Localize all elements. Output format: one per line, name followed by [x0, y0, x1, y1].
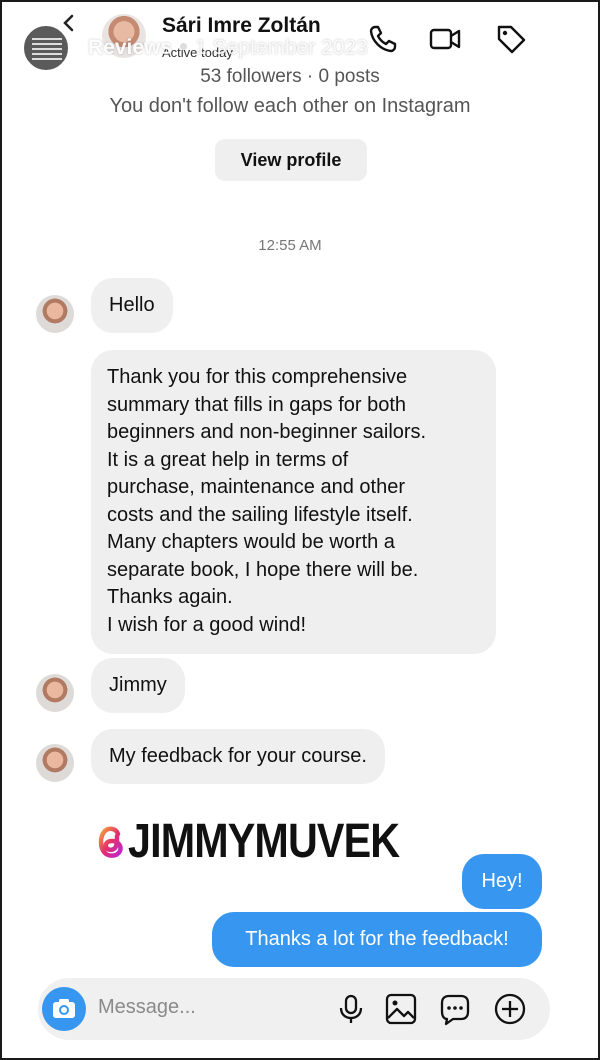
message-bubble-hello[interactable]: Hello	[91, 278, 173, 333]
message-line: purchase, maintenance and other	[107, 476, 405, 498]
story-highlight-title: Reviews 1 September 2023	[88, 36, 368, 60]
message-text: Hey!	[481, 870, 523, 892]
message-bubble-sent-hey[interactable]: Hey!	[462, 854, 542, 909]
message-line: summary that fills in gaps for both	[107, 393, 407, 416]
message-text: Thanks a lot for the feedback!	[245, 928, 509, 950]
message-line: It is a great help in terms of	[107, 448, 349, 471]
chat-screen: Sári Imre Zoltán Active today 53 followe…	[10, 2, 594, 1058]
message-timestamp: 12:55 AM	[258, 237, 322, 254]
camera-icon[interactable]	[42, 987, 86, 1031]
message-line: I wish for a good wind!	[107, 613, 306, 636]
screenshot-frame: Sári Imre Zoltán Active today 53 followe…	[0, 0, 600, 1060]
message-bubble-sent-thanks[interactable]: Thanks a lot for the feedback!	[212, 912, 542, 967]
story-title-text: Reviews	[88, 36, 173, 59]
threads-handle-text: JIMMYMUVEK	[128, 815, 400, 868]
message-line: Thanks again.	[107, 586, 233, 608]
threads-handle-sticker[interactable]: JIMMYMUVEK	[96, 814, 443, 870]
message-composer[interactable]: Message...	[38, 978, 550, 1040]
threads-logo-icon	[96, 820, 126, 864]
message-bubble-review[interactable]: Thank you for this comprehensive summary…	[91, 350, 496, 654]
story-overlay: Reviews 1 September 2023	[2, 2, 598, 82]
message-line: separate book, I hope there will be.	[107, 558, 419, 581]
message-line: Many chapters would be worth a	[107, 531, 395, 553]
view-profile-button[interactable]: View profile	[215, 139, 367, 181]
gallery-icon[interactable]	[383, 991, 419, 1027]
story-date: 1 September 2023	[195, 36, 368, 59]
message-line: Thank you for this comprehensive	[107, 366, 408, 388]
sender-avatar[interactable]	[36, 674, 74, 712]
message-line: beginners and non-beginner sailors.	[107, 421, 427, 443]
message-text: Jimmy	[109, 673, 167, 696]
message-bubble-jimmy[interactable]: Jimmy	[91, 658, 185, 713]
message-line: costs and the sailing lifestyle itself.	[107, 503, 413, 526]
message-text: Hello	[109, 293, 155, 316]
follow-status-note: You don't follow each other on Instagram	[109, 95, 471, 117]
message-text: My feedback for your course.	[109, 744, 367, 767]
separator-dot	[180, 42, 188, 50]
close-icon[interactable]	[552, 32, 588, 68]
sender-avatar[interactable]	[36, 295, 74, 333]
story-highlight-thumbnail[interactable]	[22, 24, 70, 72]
sender-avatar[interactable]	[36, 744, 74, 782]
plus-icon[interactable]	[492, 991, 528, 1027]
microphone-icon[interactable]	[333, 991, 369, 1027]
message-bubble-feedback[interactable]: My feedback for your course.	[91, 729, 385, 784]
message-input[interactable]: Message...	[98, 996, 196, 1019]
sticker-icon[interactable]	[437, 991, 473, 1027]
